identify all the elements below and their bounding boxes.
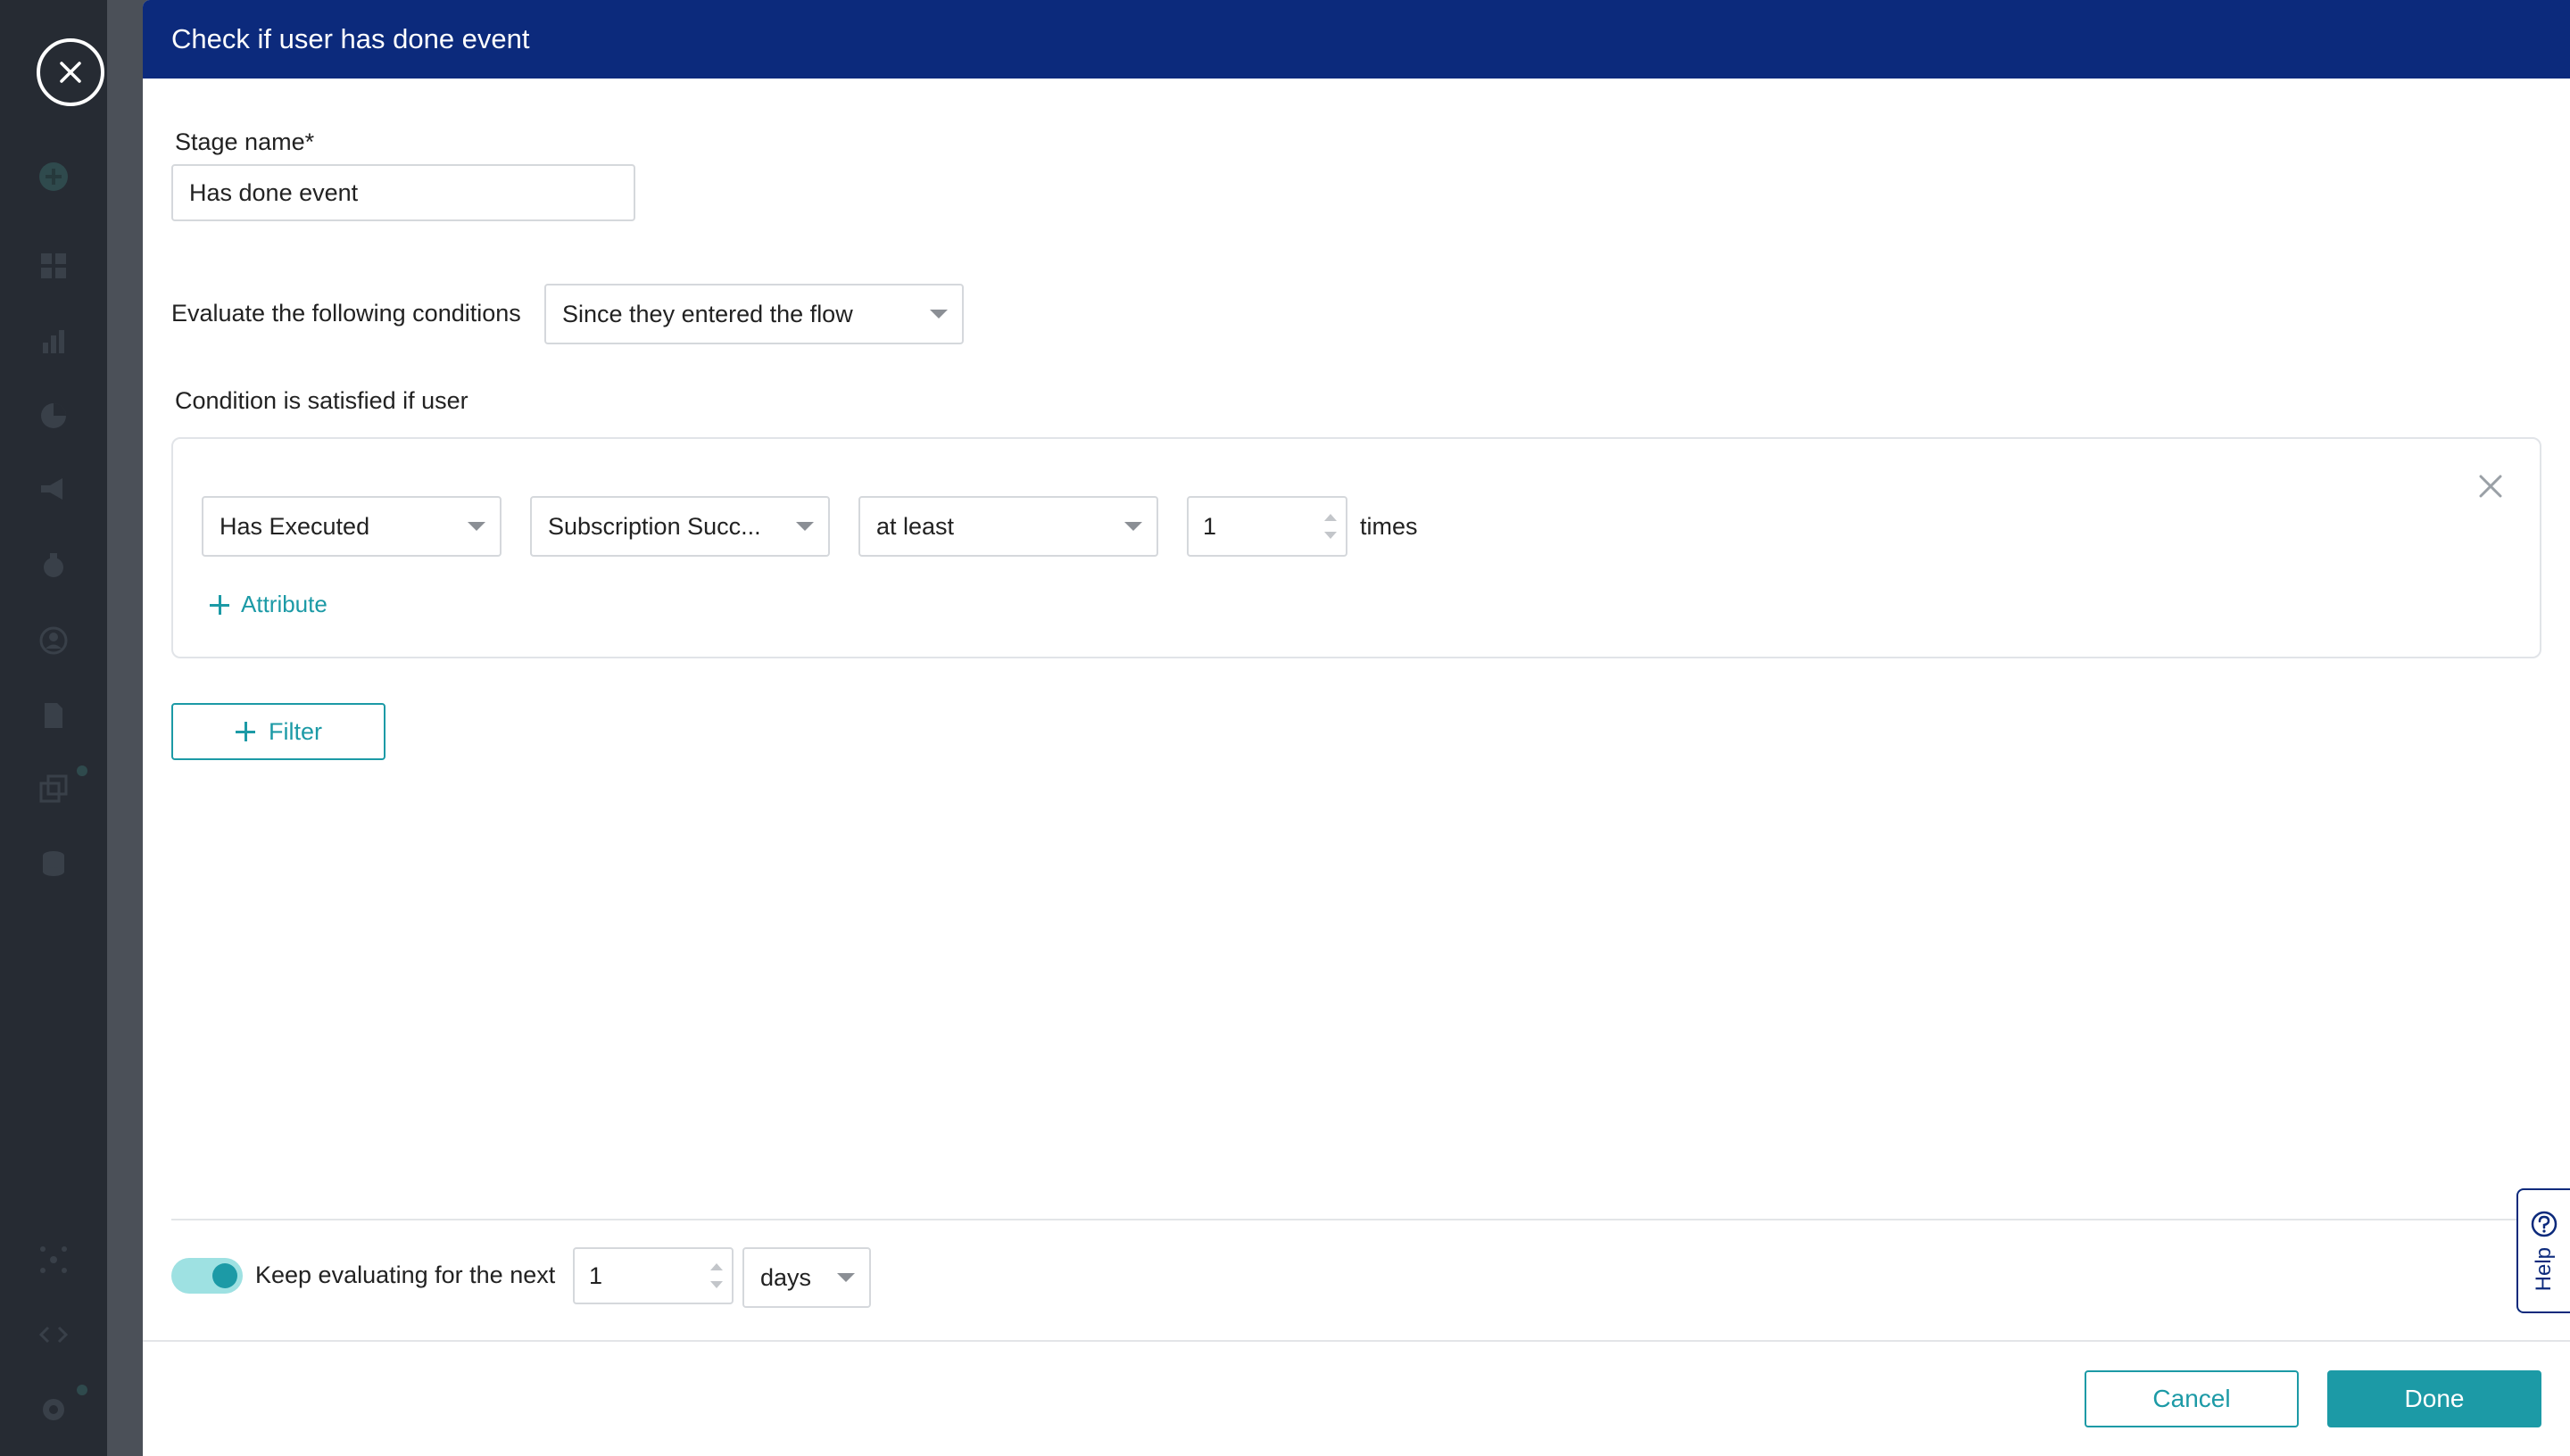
add-filter-button[interactable]: Filter — [171, 703, 386, 760]
pie-chart-icon — [37, 400, 70, 432]
modal-body: Stage name* Evaluate the following condi… — [143, 79, 2570, 1456]
event-value: Subscription Succ... — [548, 512, 761, 540]
count-input[interactable]: 1 — [1187, 496, 1347, 557]
document-icon — [37, 699, 70, 732]
stepper-arrows-icon[interactable] — [1324, 512, 1337, 541]
help-circle-icon — [2531, 1212, 2558, 1237]
settings-gear-icon — [37, 1394, 70, 1426]
plus-icon — [235, 721, 256, 742]
megaphone-icon — [37, 473, 70, 505]
network-icon — [37, 1244, 70, 1276]
help-tab[interactable]: Help — [2516, 1188, 2570, 1313]
add-circle-icon — [37, 161, 70, 193]
done-label: Done — [2404, 1385, 2465, 1412]
remove-condition-button[interactable] — [2477, 473, 2504, 500]
settings-notification-dot — [77, 1385, 87, 1395]
chevron-down-icon — [796, 522, 814, 531]
code-icon — [37, 1319, 70, 1351]
chevron-down-icon — [1124, 522, 1142, 531]
cancel-label: Cancel — [2152, 1385, 2231, 1412]
close-modal-button[interactable] — [37, 38, 104, 106]
dashboard-icon — [37, 250, 70, 282]
action-select[interactable]: Has Executed — [202, 496, 502, 557]
keep-evaluating-label: Keep evaluating for the next — [255, 1262, 556, 1288]
comparator-value: at least — [876, 512, 955, 540]
stage-name-label: Stage name* — [175, 128, 315, 155]
cancel-button[interactable]: Cancel — [2085, 1370, 2299, 1427]
modal-title: Check if user has done event — [171, 23, 530, 54]
count-value: 1 — [1203, 512, 1217, 540]
duration-value: 1 — [589, 1262, 603, 1289]
stepper-arrows-icon[interactable] — [710, 1262, 723, 1290]
bar-chart-icon — [37, 325, 70, 357]
keep-evaluating-duration-input[interactable]: 1 — [573, 1247, 734, 1304]
user-circle-icon — [37, 625, 70, 657]
add-attribute-button[interactable]: Attribute — [209, 591, 327, 618]
chevron-down-icon — [468, 522, 485, 531]
add-attribute-label: Attribute — [241, 591, 327, 617]
app-sidebar — [0, 0, 107, 1456]
stack-icon — [37, 773, 70, 805]
duration-unit-value: days — [760, 1263, 812, 1291]
comparator-select[interactable]: at least — [858, 496, 1158, 557]
section-divider — [171, 1219, 2570, 1220]
close-icon — [60, 62, 81, 83]
chevron-down-icon — [837, 1273, 855, 1282]
modal-header: Check if user has done event — [143, 0, 2570, 79]
event-select[interactable]: Subscription Succ... — [530, 496, 830, 557]
duration-unit-select[interactable]: days — [742, 1247, 871, 1308]
close-icon — [2479, 475, 2502, 498]
action-value: Has Executed — [220, 512, 370, 540]
plus-icon — [209, 594, 230, 616]
condition-label: Condition is satisfied if user — [175, 387, 468, 414]
help-label: Help — [2532, 1247, 2556, 1292]
flask-icon — [37, 550, 70, 582]
stage-name-input[interactable] — [171, 164, 635, 221]
notification-dot — [77, 765, 87, 776]
add-filter-label: Filter — [269, 717, 322, 745]
footer-divider — [143, 1340, 2570, 1342]
condition-card: Has Executed Subscription Succ... at lea… — [171, 437, 2541, 658]
check-event-modal: Check if user has done event Stage name*… — [143, 0, 2570, 1456]
count-unit-label: times — [1360, 513, 1418, 540]
database-icon — [37, 848, 70, 880]
evaluate-window-select[interactable]: Since they entered the flow — [544, 284, 964, 344]
evaluate-window-value: Since they entered the flow — [562, 300, 853, 327]
toggle-knob — [212, 1263, 237, 1288]
done-button[interactable]: Done — [2327, 1370, 2541, 1427]
evaluate-conditions-label: Evaluate the following conditions — [171, 300, 521, 327]
chevron-down-icon — [930, 310, 948, 318]
keep-evaluating-toggle[interactable] — [171, 1258, 243, 1294]
